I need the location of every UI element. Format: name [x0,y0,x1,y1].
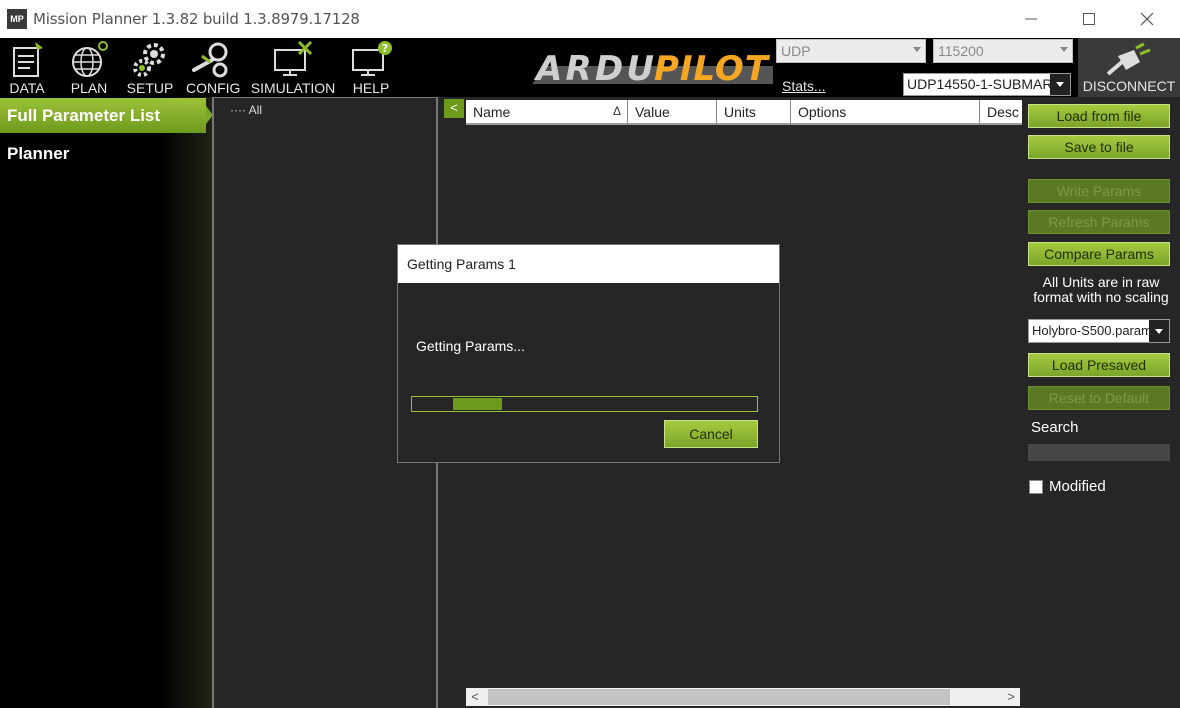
monitor-help-icon: ? [352,41,392,76]
cancel-button[interactable]: Cancel [664,420,758,448]
write-params-button[interactable]: Write Params [1028,179,1170,203]
compare-params-button[interactable]: Compare Params [1028,242,1170,266]
sidebar-item-full-parameter-list[interactable]: Full Parameter List [0,98,213,133]
wrench-icon [192,42,228,78]
toolbar-config-label: CONFIG [186,80,241,96]
gears-icon [133,43,165,77]
chevron-down-icon [913,47,921,52]
toolbar-help-label: HELP [352,80,390,96]
scrollbar-thumb[interactable] [488,689,950,705]
column-header-options[interactable]: Options [791,100,980,125]
progress-bar-fill [453,398,502,410]
data-icon [13,42,43,77]
toolbar-plan-button[interactable]: PLAN [64,40,114,97]
app-icon: MP [7,9,27,29]
toolbar-data-label: DATA [9,80,45,96]
toolbar-setup-label: SETUP [126,80,174,96]
minimize-icon [1025,18,1037,20]
ardupilot-logo: ARDU PILOT [532,49,773,87]
baud-rate-select[interactable]: 115200 [933,39,1073,63]
dialog-title: Getting Params 1 [398,245,779,283]
toolbar-setup-button[interactable]: SETUP [125,40,175,97]
chevron-down-icon [1060,47,1068,52]
preset-file-value: Holybro-S500.param [1032,323,1152,338]
toolbar-simulation-button[interactable]: SIMULATION [250,40,336,97]
load-presaved-button[interactable]: Load Presaved [1028,353,1170,377]
search-input[interactable] [1028,444,1170,461]
close-button[interactable] [1118,0,1176,38]
port-value: UDP14550-1-SUBMARINE [907,76,1071,92]
column-header-units[interactable]: Units [717,100,791,125]
refresh-params-button[interactable]: Refresh Params [1028,210,1170,234]
column-value-label: Value [635,104,670,120]
toolbar-plan-label: PLAN [70,80,108,96]
modified-checkbox[interactable] [1029,480,1043,494]
window-title: Mission Planner 1.3.82 build 1.3.8979.17… [33,10,360,28]
column-header-desc[interactable]: Desc [980,100,1022,125]
connection-type-value: UDP [781,43,811,59]
sidebar: Full Parameter List Planner [0,97,213,708]
toolbar-help-button[interactable]: ? HELP [346,40,396,97]
horizontal-scrollbar[interactable]: < > [466,688,1020,706]
column-options-label: Options [798,104,847,120]
disconnect-label: DISCONNECT [1082,78,1176,94]
collapse-tree-button[interactable]: < [444,99,464,118]
progress-bar [411,396,758,412]
units-note: All Units are in raw format with no scal… [1033,274,1169,305]
toolbar-simulation-label: SIMULATION [250,80,336,96]
toolbar-config-button[interactable]: CONFIG [186,40,241,97]
port-select[interactable]: UDP14550-1-SUBMARINE [903,73,1071,96]
chevron-down-icon [1050,74,1070,95]
tree-node-all[interactable]: ···· All [230,103,262,117]
plug-icon [1106,42,1151,76]
toolbar-data-button[interactable]: DATA [2,40,52,97]
baud-rate-value: 115200 [938,43,984,59]
globe-icon [72,41,108,77]
modified-label: Modified [1049,478,1106,495]
sidebar-item-planner[interactable]: Planner [7,144,69,164]
chevron-down-icon [1149,320,1169,342]
scroll-left-icon[interactable]: < [466,688,484,706]
close-icon [1140,12,1154,26]
load-from-file-button[interactable]: Load from file [1028,104,1170,128]
scroll-right-icon[interactable]: > [1002,688,1020,706]
maximize-icon [1083,13,1095,25]
disconnect-button[interactable]: DISCONNECT [1078,38,1180,97]
column-units-label: Units [724,104,756,120]
minimize-button[interactable] [1002,0,1060,38]
svg-text:?: ? [382,42,388,55]
column-header-value[interactable]: Value [628,100,717,125]
column-header-name[interactable]: Name Δ [466,100,628,125]
search-label: Search [1031,419,1079,436]
dialog-message: Getting Params... [416,338,525,354]
svg-text:PILOT: PILOT [654,49,771,87]
connection-type-select[interactable]: UDP [776,39,926,63]
sort-ascending-icon: Δ [612,104,621,118]
window-titlebar: MP Mission Planner 1.3.82 build 1.3.8979… [0,0,1180,38]
column-desc-label: Desc [987,104,1019,120]
main-toolbar: DATA PLAN SETUP CONFIG SIMULATION ? HELP… [0,38,1180,97]
preset-file-select[interactable]: Holybro-S500.param [1028,319,1170,343]
column-name-label: Name [473,104,511,120]
stats-link[interactable]: Stats... [782,78,826,94]
getting-params-dialog: Getting Params 1 Getting Params... Cance… [397,244,780,463]
maximize-button[interactable] [1060,0,1118,38]
monitor-plane-icon [274,40,313,76]
reset-to-default-button[interactable]: Reset to Default [1028,386,1170,410]
grid-header: Name Δ Value Units Options Desc [466,100,1022,125]
save-to-file-button[interactable]: Save to file [1028,135,1170,159]
